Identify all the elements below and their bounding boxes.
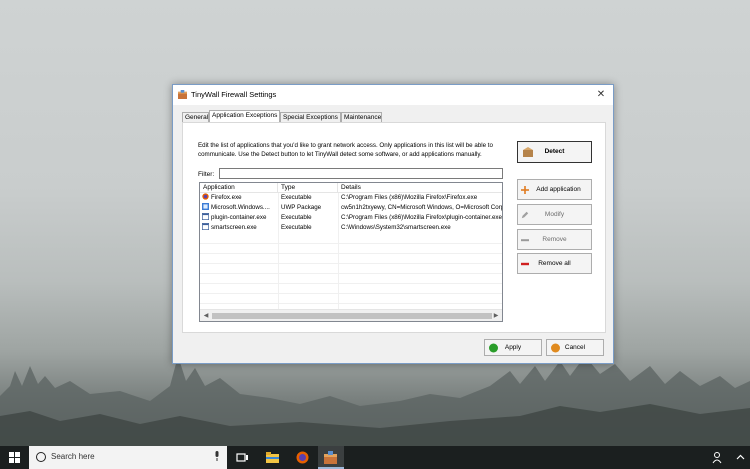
application-name: Firefox.exe: [211, 194, 242, 201]
detect-label: Detect: [544, 148, 565, 155]
grid-line: [200, 303, 502, 304]
apply-button[interactable]: Apply: [484, 339, 542, 356]
grid-line: [200, 293, 502, 294]
detect-button[interactable]: Detect: [517, 141, 592, 163]
application-exceptions-panel: Edit the list of applications that you'd…: [182, 122, 606, 333]
plus-icon: [521, 185, 529, 194]
application-type: UWP Package: [281, 204, 322, 211]
filter-label: Filter:: [198, 171, 215, 178]
window-title: TinyWall Firewall Settings: [191, 90, 277, 99]
scroll-right-icon[interactable]: ▶: [491, 311, 501, 321]
remove-button[interactable]: Remove: [517, 229, 592, 250]
close-button[interactable]: ✕: [589, 85, 613, 105]
firefox-icon[interactable]: [296, 451, 309, 464]
grid-line: [200, 283, 502, 284]
application-type: Executable: [281, 194, 312, 201]
cancel-button[interactable]: Cancel: [546, 339, 604, 356]
grid-line: [200, 263, 502, 264]
file-explorer-icon[interactable]: [266, 451, 279, 464]
application-details: C:\Windows\System32\smartscreen.exe: [341, 224, 451, 231]
application-name: plugin-container.exe: [211, 214, 267, 221]
scrollbar-thumb[interactable]: [212, 313, 492, 319]
remove-all-button[interactable]: Remove all: [517, 253, 592, 274]
remove-label: Remove: [542, 236, 567, 243]
application-name: Microsoft.Windows....: [211, 204, 270, 211]
settings-window: TinyWall Firewall Settings ✕ General App…: [172, 84, 614, 364]
exe-file-icon: [202, 223, 209, 230]
people-icon[interactable]: [712, 451, 725, 464]
tinywall-icon: [178, 90, 187, 99]
table-row[interactable]: smartscreen.exe Executable C:\Windows\Sy…: [200, 223, 502, 233]
title-bar[interactable]: TinyWall Firewall Settings ✕: [173, 85, 613, 105]
modify-label: Modify: [544, 211, 565, 218]
add-application-label: Add application: [536, 186, 581, 193]
horizontal-scrollbar[interactable]: ◀ ▶: [200, 309, 502, 321]
list-header: Application Type Details: [200, 183, 502, 193]
microphone-icon[interactable]: [214, 451, 220, 461]
task-view-icon[interactable]: [236, 451, 249, 464]
taskbar-search-box[interactable]: Search here: [29, 446, 227, 469]
table-row[interactable]: Firefox.exe Executable C:\Program Files …: [200, 193, 502, 203]
remove-all-label: Remove all: [538, 260, 571, 267]
apply-icon: [489, 343, 498, 352]
box-icon: [523, 147, 533, 157]
grid-line: [200, 253, 502, 254]
description-text: Edit the list of applications that you'd…: [198, 142, 493, 158]
application-details: cw5n1h2txyewy, CN=Microsoft Windows, O=M…: [341, 204, 503, 211]
filter-input[interactable]: [219, 168, 503, 179]
minus-icon: [521, 238, 529, 241]
apply-label: Apply: [504, 344, 522, 351]
application-details: C:\Program Files (x86)\Mozilla Firefox\F…: [341, 194, 478, 201]
search-icon: [36, 452, 46, 462]
grid-line: [200, 243, 502, 244]
cancel-icon: [551, 343, 560, 352]
firefox-icon: [202, 193, 209, 200]
search-placeholder: Search here: [51, 452, 95, 461]
windows-start-icon[interactable]: [9, 452, 20, 463]
application-name: smartscreen.exe: [211, 224, 257, 231]
windows-package-icon: [202, 203, 209, 210]
tinywall-icon[interactable]: [324, 451, 337, 464]
application-type: Executable: [281, 214, 312, 221]
column-type[interactable]: Type: [278, 183, 338, 193]
scroll-left-icon[interactable]: ◀: [201, 311, 211, 321]
table-row[interactable]: plugin-container.exe Executable C:\Progr…: [200, 213, 502, 223]
chevron-up-icon[interactable]: [734, 451, 747, 464]
taskbar: Search here: [0, 446, 750, 469]
exceptions-list[interactable]: Application Type Details Firefox.exe Exe…: [199, 182, 503, 322]
column-details[interactable]: Details: [338, 183, 502, 193]
add-application-button[interactable]: Add application: [517, 179, 592, 200]
remove-all-icon: [521, 262, 529, 265]
exe-file-icon: [202, 213, 209, 220]
cancel-label: Cancel: [564, 344, 586, 351]
grid-line: [200, 273, 502, 274]
table-row[interactable]: Microsoft.Windows.... UWP Package cw5n1h…: [200, 203, 502, 213]
column-application[interactable]: Application: [200, 183, 278, 193]
application-details: C:\Program Files (x86)\Mozilla Firefox\p…: [341, 214, 502, 221]
application-type: Executable: [281, 224, 312, 231]
modify-button[interactable]: Modify: [517, 204, 592, 225]
pencil-icon: [521, 211, 529, 218]
